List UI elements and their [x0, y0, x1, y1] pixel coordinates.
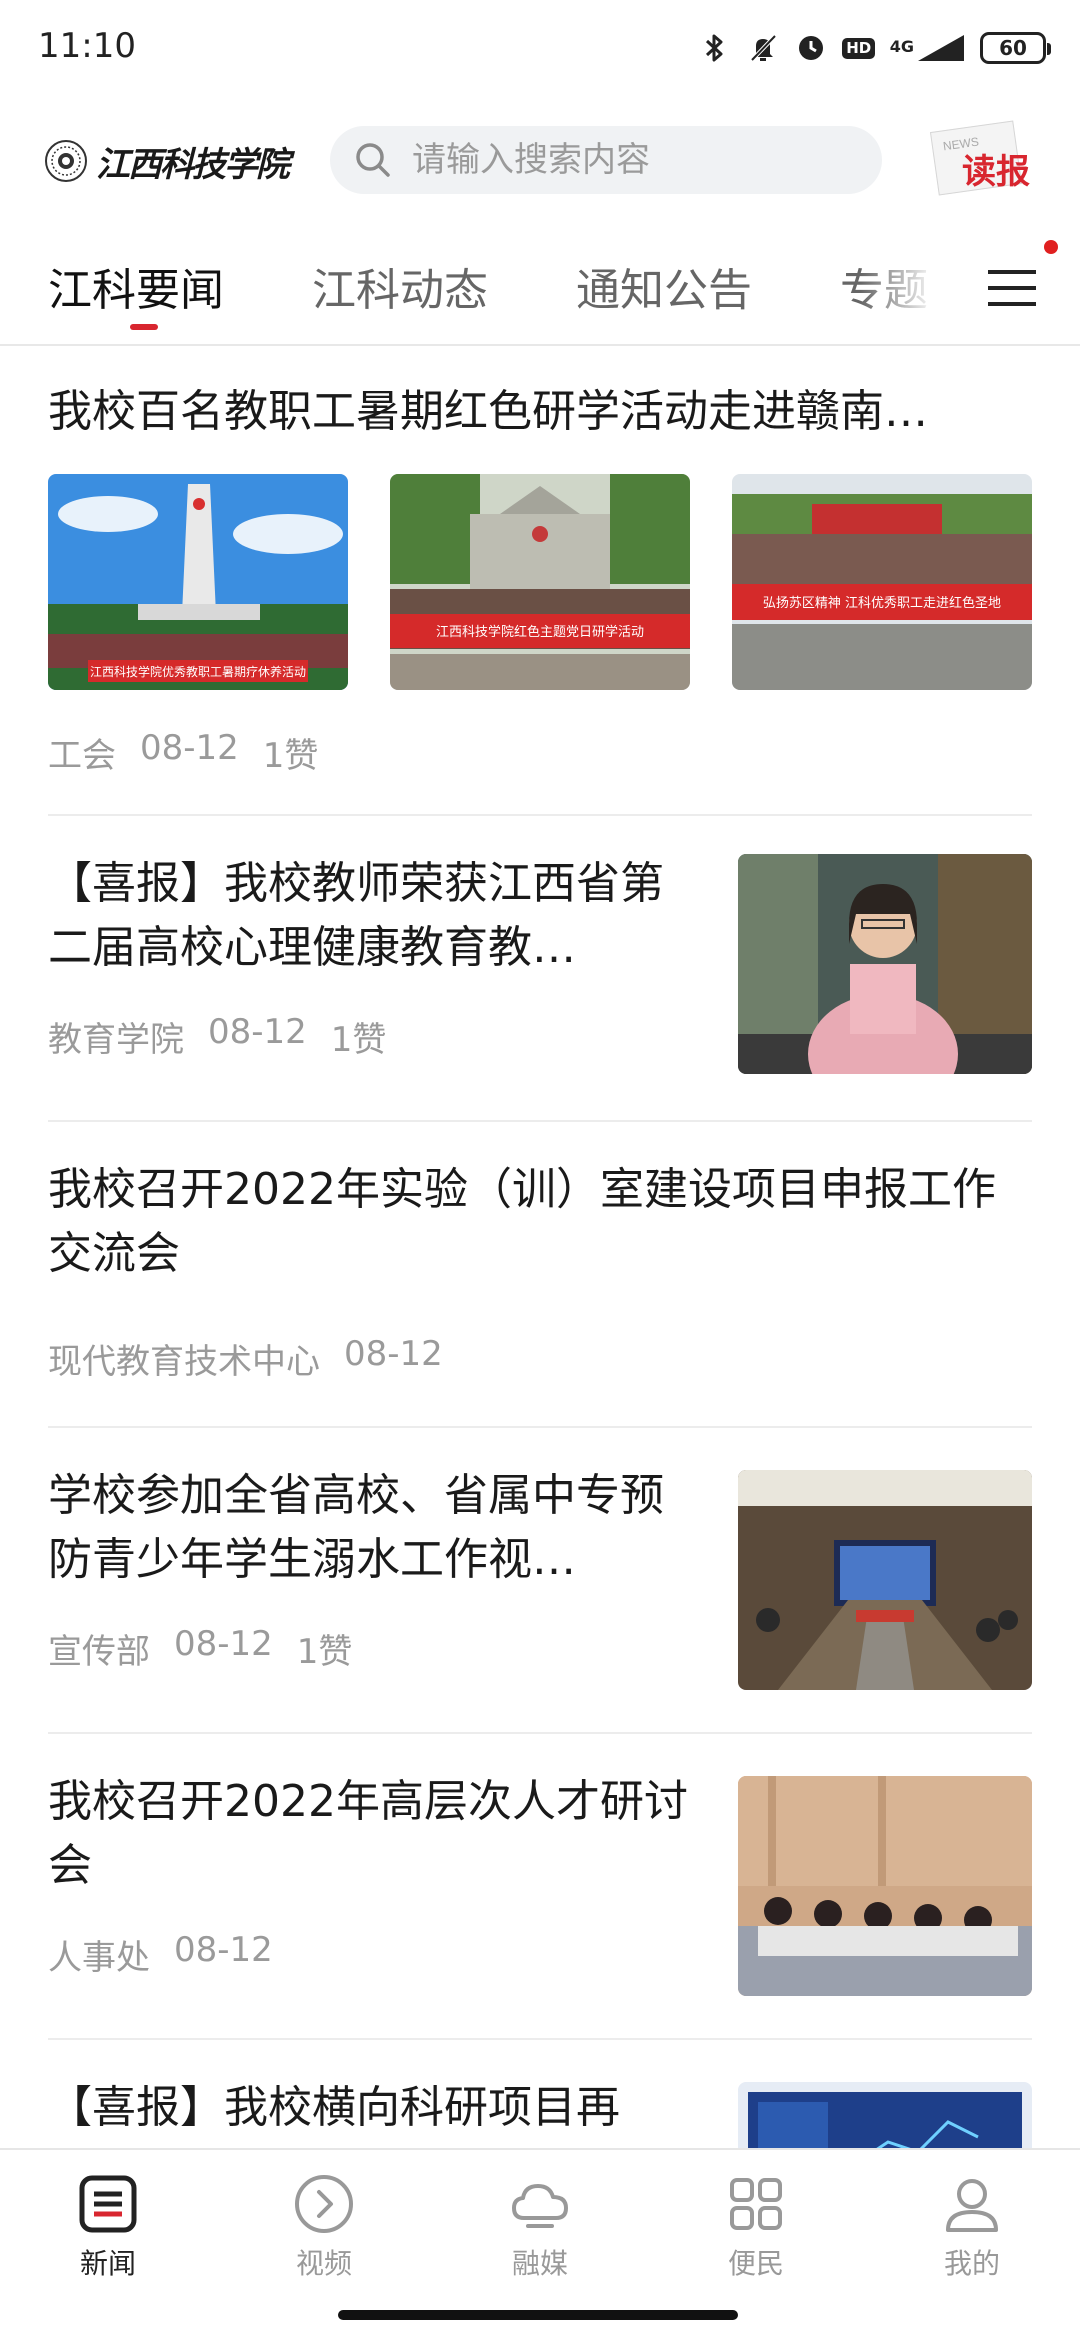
news-thumbnail: 江西科技学院优秀教职工暑期疗休养活动 — [48, 474, 348, 690]
battery-level: 60 — [999, 36, 1027, 60]
menu-icon[interactable] — [986, 262, 1038, 314]
news-source: 宣传部 — [48, 1632, 150, 1672]
news-title: 【喜报】我校横向科研项目再 — [48, 2082, 620, 2133]
school-logo[interactable]: 江西科技学院 — [44, 134, 290, 188]
category-tabs: 江科要闻 江科动态 通知公告 专题 — [0, 240, 1080, 346]
news-source: 工会 — [48, 736, 116, 776]
news-item[interactable]: 我校召开2022年实验（训）室建设项目申报工作交流会 现代教育技术中心 08-1… — [0, 1122, 1080, 1428]
news-likes: 1赞 — [296, 1632, 353, 1672]
cloud-icon — [512, 2184, 568, 2228]
video-icon — [295, 2175, 353, 2233]
news-date: 08-12 — [344, 1334, 443, 1374]
nav-services[interactable]: 便民 — [696, 2172, 816, 2282]
nav-video[interactable]: 视频 — [264, 2172, 384, 2282]
status-time: 11:10 — [38, 26, 136, 66]
news-thumbnail — [738, 2082, 1032, 2148]
bottom-navigation: 新闻 视频 融媒 便民 我的 — [0, 2148, 1080, 2340]
news-title: 我校召开2022年高层次人才研讨会 — [48, 1776, 688, 1891]
bluetooth-icon — [698, 31, 732, 65]
mute-icon — [746, 31, 780, 65]
image-caption: 江西科技学院优秀教职工暑期疗休养活动 — [90, 664, 306, 679]
search-bar[interactable] — [330, 126, 882, 194]
tab-notices[interactable]: 通知公告 — [576, 254, 752, 318]
news-source: 教育学院 — [48, 1020, 184, 1060]
search-icon — [356, 143, 390, 177]
alarm-icon — [794, 31, 828, 65]
news-likes: 1赞 — [262, 736, 319, 776]
news-date: 08-12 — [174, 1930, 273, 1970]
news-likes: 1赞 — [330, 1020, 387, 1060]
news-meta: 工会 08-12 1赞 — [48, 728, 318, 777]
tab-fade — [860, 240, 970, 340]
image-caption: 江西科技学院红色主题党日研学活动 — [436, 624, 644, 640]
logo-text: 江西科技学院 — [96, 144, 290, 185]
news-item[interactable]: 学校参加全省高校、省属中专预防青少年学生溺水工作视… 宣传部 08-12 1赞 — [0, 1428, 1080, 1734]
news-meta: 教育学院 08-12 1赞 — [48, 1012, 386, 1061]
news-item[interactable]: 【喜报】我校横向科研项目再 — [0, 2040, 1080, 2148]
status-bar: 11:10 HD 4G 60 — [0, 0, 1080, 96]
news-thumbnail — [738, 1470, 1032, 1690]
news-item[interactable]: 【喜报】我校教师荣获江西省第二届高校心理健康教育教… 教育学院 08-12 1赞 — [0, 816, 1080, 1122]
signal-icon: 4G — [890, 33, 966, 63]
news-icon — [79, 2175, 137, 2233]
user-icon — [946, 2179, 998, 2232]
news-title: 我校百名教职工暑期红色研学活动走进赣南… — [48, 386, 928, 437]
news-date: 08-12 — [208, 1012, 307, 1052]
read-newspaper-label: 读报 — [962, 152, 1030, 192]
nav-profile[interactable]: 我的 — [912, 2172, 1032, 2282]
tab-jiangke-news[interactable]: 江科要闻 — [48, 254, 224, 318]
read-newspaper-button[interactable]: NEWS 读报 — [928, 120, 1040, 202]
news-meta: 现代教育技术中心 08-12 — [48, 1334, 443, 1383]
notification-dot — [1044, 240, 1058, 254]
grid-icon — [730, 2178, 782, 2230]
status-icons: HD 4G 60 — [698, 26, 1051, 70]
battery-icon: 60 — [980, 32, 1051, 64]
home-indicator[interactable] — [338, 2310, 738, 2320]
active-tab-indicator — [130, 324, 158, 330]
hd-icon: HD — [842, 31, 876, 65]
news-title: 【喜报】我校教师荣获江西省第二届高校心理健康教育教… — [48, 858, 664, 973]
news-meta: 宣传部 08-12 1赞 — [48, 1624, 352, 1673]
tab-jiangke-dynamics[interactable]: 江科动态 — [312, 254, 488, 318]
app-header: 江西科技学院 NEWS 读报 — [0, 116, 1080, 206]
nav-media[interactable]: 融媒 — [480, 2172, 600, 2282]
news-date: 08-12 — [140, 728, 239, 768]
news-source: 现代教育技术中心 — [48, 1342, 320, 1382]
search-input[interactable] — [412, 140, 852, 180]
news-thumbnail: 江西科技学院红色主题党日研学活动 — [390, 474, 690, 690]
news-title: 我校召开2022年实验（训）室建设项目申报工作交流会 — [48, 1164, 996, 1279]
news-thumbnail: 弘扬苏区精神 江科优秀职工走进红色圣地 — [732, 474, 1032, 690]
nav-news[interactable]: 新闻 — [48, 2172, 168, 2282]
news-thumbnail — [738, 854, 1032, 1074]
news-meta: 人事处 08-12 — [48, 1930, 273, 1979]
school-emblem-icon — [45, 140, 87, 182]
news-date: 08-12 — [174, 1624, 273, 1664]
news-title: 学校参加全省高校、省属中专预防青少年学生溺水工作视… — [48, 1470, 664, 1585]
news-thumbnail — [738, 1776, 1032, 1996]
news-source: 人事处 — [48, 1938, 150, 1978]
news-item[interactable]: 我校召开2022年高层次人才研讨会 人事处 08-12 — [0, 1734, 1080, 2040]
image-caption: 弘扬苏区精神 江科优秀职工走进红色圣地 — [763, 595, 1001, 611]
news-item[interactable]: 我校百名教职工暑期红色研学活动走进赣南… 江西科技学院优秀教职工暑期疗休养活动 … — [0, 348, 1080, 816]
